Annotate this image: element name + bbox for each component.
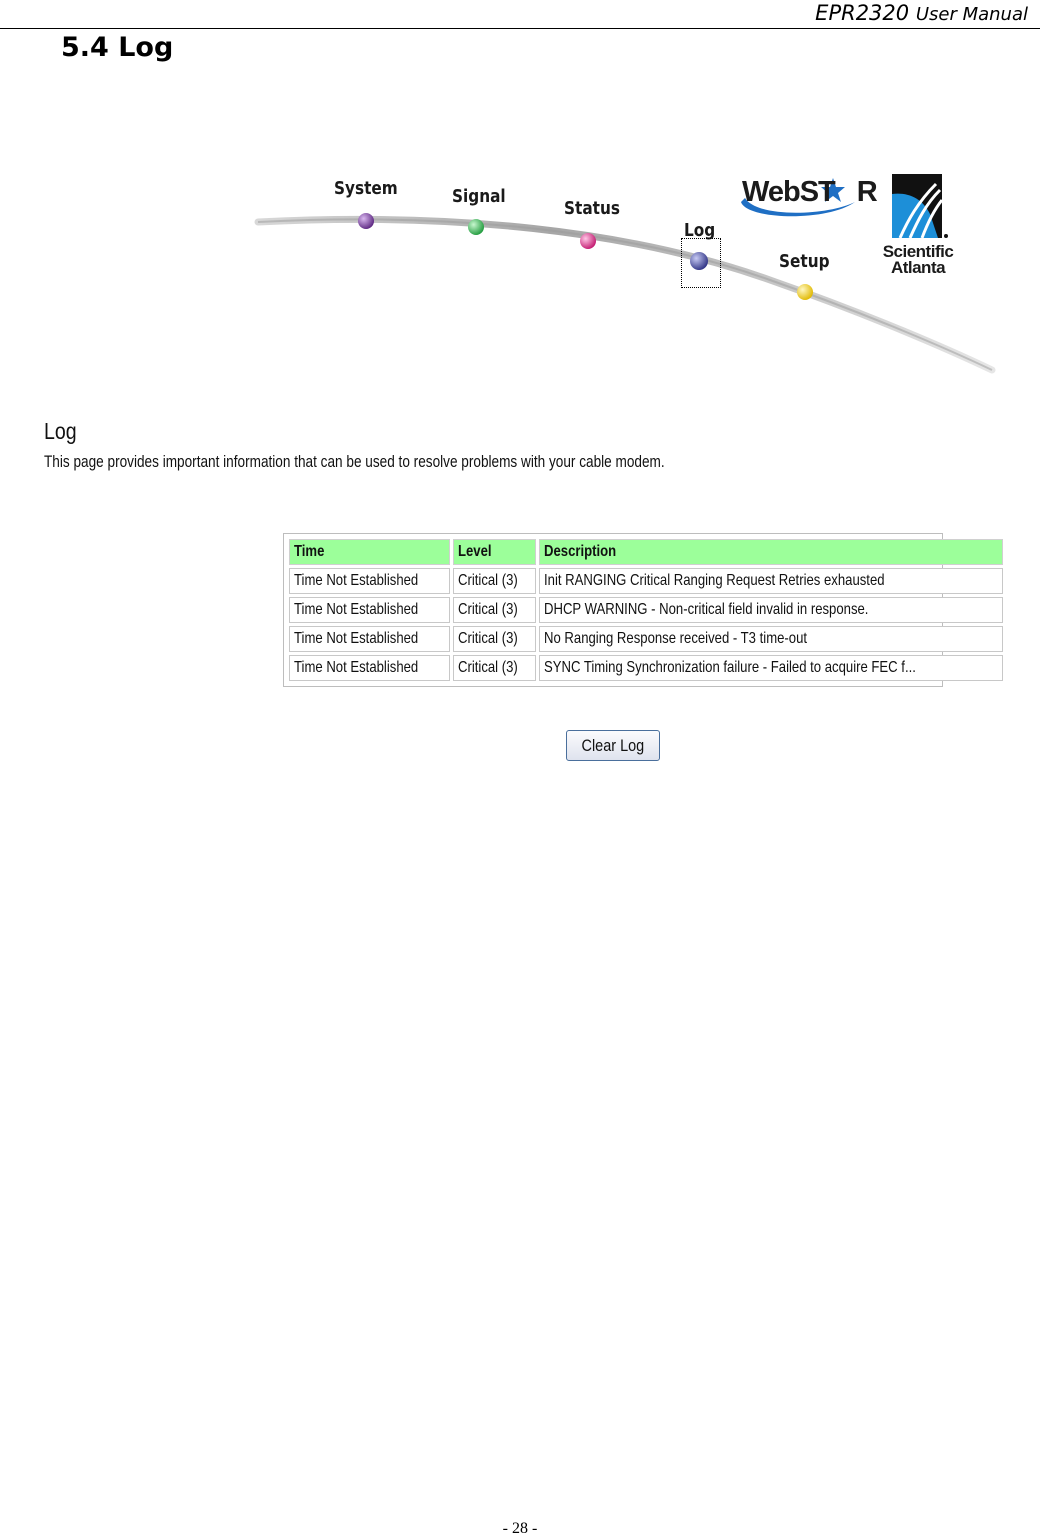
document-subtitle: User Manual <box>915 4 1028 25</box>
document-title: EPR2320 User Manual <box>815 0 1028 28</box>
nav-item-system[interactable]: System <box>334 178 409 199</box>
log-level-cell: Critical (3) <box>453 568 537 594</box>
clear-log-button[interactable]: Clear Log <box>566 730 660 761</box>
column-header-level: Level <box>453 539 537 565</box>
nav-label-system: System <box>334 178 398 199</box>
document-model: EPR2320 <box>815 1 910 25</box>
webstar-logo-text: WebST R <box>742 176 878 208</box>
nav-dot-status <box>580 233 596 249</box>
log-level-cell: Critical (3) <box>453 597 537 623</box>
webstar-logo: WebST R <box>737 176 878 220</box>
log-table-row: Time Not Established Critical (3) Init R… <box>289 568 1003 594</box>
page-description: This page provides important information… <box>44 452 665 471</box>
nav-label-signal: Signal <box>452 186 506 207</box>
page-number: - 28 - <box>502 1520 538 1537</box>
document-header: EPR2320 User Manual <box>0 0 1040 29</box>
nav-label-setup: Setup <box>779 251 830 272</box>
log-time-cell: Time Not Established <box>289 655 451 681</box>
log-description-cell: DHCP WARNING - Non-critical field invali… <box>539 597 1003 623</box>
log-level-cell: Critical (3) <box>453 655 537 681</box>
log-time-cell: Time Not Established <box>289 568 451 594</box>
log-table-row: Time Not Established Critical (3) DHCP W… <box>289 597 1003 623</box>
column-header-time: Time <box>289 539 451 565</box>
log-description-cell: SYNC Timing Synchronization failure - Fa… <box>539 655 1003 681</box>
nav-dot-system <box>358 213 374 229</box>
nav-graphic: System Signal Status Log Setup WebST R Sc… <box>250 160 1010 380</box>
column-header-description: Description <box>539 539 1003 565</box>
log-description-cell: Init RANGING Critical Ranging Request Re… <box>539 568 1003 594</box>
log-time-cell: Time Not Established <box>289 597 451 623</box>
log-level-cell: Critical (3) <box>453 626 537 652</box>
log-table-row: Time Not Established Critical (3) No Ran… <box>289 626 1003 652</box>
log-table-header-row: Time Level Description <box>289 539 1003 565</box>
nav-dot-setup <box>797 284 813 300</box>
nav-item-signal[interactable]: Signal <box>452 186 515 207</box>
log-table: Time Level Description Time Not Establis… <box>283 533 1003 687</box>
log-table-row: Time Not Established Critical (3) SYNC T… <box>289 655 1003 681</box>
nav-dot-signal <box>468 219 484 235</box>
section-title: 5.4 Log <box>61 32 174 63</box>
nav-item-setup[interactable]: Setup <box>779 251 838 272</box>
scientific-atlanta-text: Scientific Atlanta <box>882 242 954 277</box>
scientific-atlanta-logo: Scientific Atlanta <box>878 174 958 284</box>
nav-label-status: Status <box>564 198 620 219</box>
nav-log-focus-ring <box>681 238 721 288</box>
log-description-cell: No Ranging Response received - T3 time-o… <box>539 626 1003 652</box>
page-heading: Log <box>44 418 77 444</box>
log-time-cell: Time Not Established <box>289 626 451 652</box>
nav-item-status[interactable]: Status <box>564 198 630 219</box>
scientific-atlanta-globe-icon <box>892 174 948 239</box>
